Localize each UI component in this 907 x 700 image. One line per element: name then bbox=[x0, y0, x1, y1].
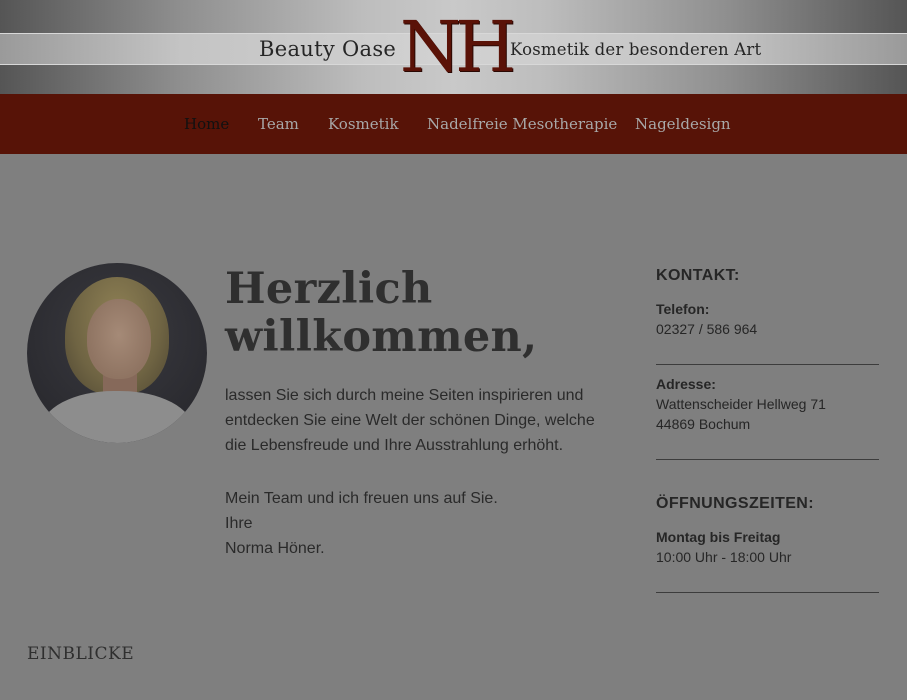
section-heading-einblicke: EINBLICKE bbox=[27, 644, 135, 664]
nav-item-nadelfreie-mesotherapie[interactable]: Nadelfreie Mesotherapie bbox=[427, 94, 617, 154]
address-street: Wattenscheider Hellweg 71 bbox=[656, 396, 826, 412]
divider bbox=[656, 459, 879, 460]
nav-item-nageldesign[interactable]: Nageldesign bbox=[635, 94, 731, 154]
welcome-line: die Lebensfreude und Ihre Ausstrahlung e… bbox=[225, 437, 564, 454]
nav-item-team[interactable]: Team bbox=[258, 94, 299, 154]
hours-heading: ÖFFNUNGSZEITEN: bbox=[656, 495, 814, 512]
site-header: Beauty Oase NH Kosmetik der besonderen A… bbox=[0, 0, 907, 94]
logo[interactable]: NH bbox=[399, 6, 516, 88]
welcome-line: lassen Sie sich durch meine Seiten inspi… bbox=[225, 387, 584, 404]
nav-item-kosmetik[interactable]: Kosmetik bbox=[328, 94, 399, 154]
closing-ihre: Ihre bbox=[225, 515, 253, 532]
brand-tagline: Kosmetik der besonderen Art bbox=[510, 39, 762, 59]
signature: Norma Höner. bbox=[225, 540, 325, 557]
hours-days: Montag bis Freitag bbox=[656, 529, 781, 545]
nav-item-home[interactable]: Home bbox=[184, 94, 229, 154]
team-greeting: Mein Team und ich freuen uns auf Sie. bbox=[225, 490, 498, 507]
welcome-paragraph: lassen Sie sich durch meine Seiten inspi… bbox=[225, 383, 625, 458]
contact-heading: KONTAKT: bbox=[656, 267, 740, 284]
phone-value[interactable]: 02327 / 586 964 bbox=[656, 319, 757, 339]
address-city: 44869 Bochum bbox=[656, 416, 751, 432]
main-navigation: Home Team Kosmetik Nadelfreie Mesotherap… bbox=[0, 94, 907, 154]
welcome-line: entdecken Sie eine Welt der schönen Ding… bbox=[225, 412, 595, 429]
brand-name: Beauty Oase bbox=[259, 37, 397, 61]
phone-label: Telefon: bbox=[656, 301, 710, 317]
owner-portrait bbox=[27, 263, 207, 443]
hours-time: 10:00 Uhr - 18:00 Uhr bbox=[656, 549, 792, 565]
page-title: Herzlich willkommen, bbox=[225, 265, 625, 361]
title-line-1: Herzlich bbox=[225, 264, 433, 314]
divider bbox=[656, 364, 879, 365]
address-label: Adresse: bbox=[656, 376, 716, 392]
title-line-2: willkommen, bbox=[225, 312, 538, 362]
logo-letters: NH bbox=[399, 6, 516, 88]
divider bbox=[656, 592, 879, 593]
